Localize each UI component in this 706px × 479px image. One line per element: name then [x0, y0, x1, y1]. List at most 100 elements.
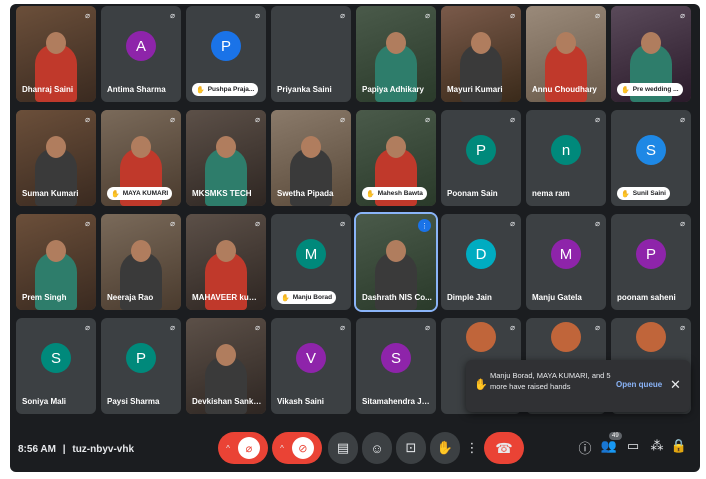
participant-tile[interactable]: ⋮ Dashrath NIS Co... [354, 212, 438, 312]
avatar: M [296, 239, 326, 270]
host-controls-icon[interactable]: 🔒 [671, 438, 687, 453]
captions-icon[interactable]: ▤ [337, 440, 349, 456]
microphone-muted-icon: ⌀ [255, 11, 260, 20]
reactions-button[interactable]: ☺ [362, 432, 392, 464]
raised-hand-name-pill: ✋ Manju Borad [277, 291, 337, 304]
participant-head [46, 136, 66, 158]
end-call-icon[interactable]: ☎ [495, 440, 512, 457]
participant-tile[interactable]: ⌀ Swetha Pipada [271, 110, 351, 206]
microphone-muted-icon: ⌀ [595, 323, 600, 332]
people-count-badge: 49 [609, 432, 622, 440]
participant-tile[interactable]: S ⌀ Soniya Mali [16, 318, 96, 414]
avatar: D [466, 239, 496, 270]
participant-head [216, 136, 236, 158]
participant-tile[interactable]: ⌀ Neeraja Rao [101, 214, 181, 310]
info-icon[interactable]: ⓘ [578, 441, 591, 456]
microphone-muted-icon: ⌀ [85, 323, 90, 332]
participant-name: Suman Kumari [22, 189, 79, 198]
raised-hand-icon: ✋ [474, 379, 488, 391]
host-controls-button[interactable]: 🔒 [670, 438, 688, 454]
raised-hand-name-pill: ✋ Sunil Saini [617, 187, 670, 200]
participant-tile[interactable]: A ⌀ Antima Sharma [101, 6, 181, 102]
raised-hand-icon: ✋ [281, 294, 290, 302]
chat-icon[interactable]: ▭ [627, 438, 639, 453]
participant-tile[interactable]: M ⌀ Manju Gatela [526, 214, 606, 310]
participant-tile[interactable]: ⌀ MKSMKS TECH [186, 110, 266, 206]
participant-tile[interactable]: ⌀ ✋ Mahesh Bawta [356, 110, 436, 206]
participant-tile[interactable]: ⌀ Prem Singh [16, 214, 96, 310]
microphone-toggle-button[interactable]: ^ ⌀ [218, 432, 268, 464]
present-icon[interactable]: ⊡ [406, 440, 417, 456]
avatar: n [551, 135, 581, 166]
participant-tile[interactable]: ⌀ Priyanka Saini [271, 6, 351, 102]
participant-tile[interactable]: P ⌀ Poonam Sain [441, 110, 521, 206]
microphone-muted-icon: ⌀ [340, 11, 345, 20]
emoji-icon[interactable]: ☺ [370, 441, 383, 456]
chevron-up-icon[interactable]: ^ [280, 444, 284, 453]
participant-name: Dimple Jain [447, 293, 492, 302]
participant-head [301, 136, 321, 158]
participant-tile[interactable]: n ⌀ nema ram [526, 110, 606, 206]
participant-head [216, 240, 236, 262]
participant-tile[interactable]: P ⌀ poonam saheni [611, 214, 691, 310]
microphone-muted-icon: ⌀ [255, 219, 260, 228]
activities-icon[interactable]: ⁂ [651, 438, 664, 453]
participant-tile[interactable]: ⌀ Papiya Adhikary [356, 6, 436, 102]
microphone-off-icon[interactable]: ⌀ [237, 437, 260, 459]
raised-hand-name-pill: ✋ Pre wedding ... [617, 83, 683, 96]
chat-button[interactable]: ▭ [624, 438, 642, 454]
participant-tile[interactable]: V ⌀ Vikash Saini [271, 318, 351, 414]
participant-tile[interactable]: M ⌀ ✋ Manju Borad [271, 214, 351, 310]
present-button[interactable]: ⊡ [396, 432, 426, 464]
participant-tile[interactable]: D ⌀ Dimple Jain [441, 214, 521, 310]
participant-tile[interactable]: ⌀ ✋ Pre wedding ... [611, 6, 691, 102]
participant-head [216, 344, 236, 366]
participant-tile[interactable]: ⌀ MAHAVEER kum... [186, 214, 266, 310]
open-queue-button[interactable]: Open queue [616, 380, 662, 389]
microphone-muted-icon: ⌀ [595, 11, 600, 20]
participant-tile[interactable]: P ⌀ Paysi Sharma [101, 318, 181, 414]
raise-hand-icon[interactable]: ✋ [437, 440, 453, 456]
avatar: P [211, 31, 241, 62]
microphone-muted-icon: ⌀ [170, 219, 175, 228]
more-options-button[interactable]: ⋮ [464, 432, 480, 464]
microphone-muted-icon: ⌀ [85, 115, 90, 124]
microphone-muted-icon: ⌀ [255, 323, 260, 332]
activities-button[interactable]: ⁂ [648, 438, 666, 454]
avatar: V [296, 343, 326, 374]
participant-tile[interactable]: P ⌀ ✋ Pushpa Praja... [186, 6, 266, 102]
microphone-muted-icon: ⌀ [340, 115, 345, 124]
participant-head [46, 32, 66, 54]
avatar: P [636, 239, 666, 270]
more-options-icon[interactable]: ⋮ [466, 440, 479, 456]
raised-hand-name-pill: ✋ MAYA KUMARI [107, 187, 173, 200]
captions-button[interactable]: ▤ [328, 432, 358, 464]
participant-tile[interactable]: S ⌀ Sitamahendra Ja... [356, 318, 436, 414]
end-call-button[interactable]: ☎ [484, 432, 524, 464]
participant-tile[interactable]: ⌀ Annu Choudhary [526, 6, 606, 102]
participant-tile[interactable]: S ⌀ ✋ Sunil Saini [611, 110, 691, 206]
participant-name: Soniya Mali [22, 397, 67, 406]
meeting-separator: | [62, 444, 66, 455]
chevron-up-icon[interactable]: ^ [226, 444, 230, 453]
camera-off-icon[interactable]: ⊘ [291, 437, 314, 459]
microphone-muted-icon: ⌀ [85, 219, 90, 228]
participant-head [131, 240, 151, 262]
participant-tile[interactable]: ⌀ Suman Kumari [16, 110, 96, 206]
meeting-info-button[interactable]: ⓘ [576, 438, 594, 457]
microphone-muted-icon: ⌀ [170, 323, 175, 332]
microphone-muted-icon: ⌀ [255, 115, 260, 124]
microphone-muted-icon: ⌀ [595, 115, 600, 124]
camera-toggle-button[interactable]: ^ ⊘ [272, 432, 322, 464]
participant-tile[interactable]: ⌀ Mayuri Kumari [441, 6, 521, 102]
meeting-time: 8:56 AM [18, 444, 56, 455]
close-notification-button[interactable]: ✕ [670, 377, 681, 393]
people-icon[interactable]: 👥 [601, 438, 617, 453]
microphone-muted-icon: ⌀ [680, 11, 685, 20]
participant-tile[interactable]: ⌀ Dhanraj Saini [16, 6, 96, 102]
people-button[interactable]: 49 👥 [600, 432, 622, 454]
participant-tile[interactable]: ⌀ ✋ MAYA KUMARI [101, 110, 181, 206]
raise-hand-button[interactable]: ✋ [430, 432, 460, 464]
participant-tile[interactable]: ⌀ Devkishan Sankhla [186, 318, 266, 414]
participant-name: Poonam Sain [447, 189, 498, 198]
